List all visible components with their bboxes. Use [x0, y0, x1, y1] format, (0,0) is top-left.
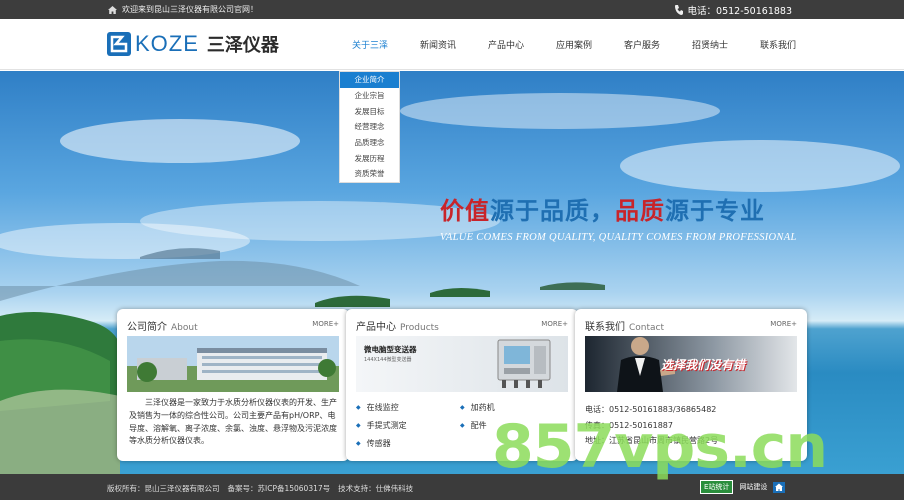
about-card: 公司简介 About MORE+ 三泽仪器是一家致力于水质分析仪器仪表的开发、生产… — [117, 309, 349, 461]
nav-news[interactable]: 新闻资讯 — [404, 19, 472, 70]
phone-text: 电话：0512-50161883 — [687, 6, 792, 17]
welcome-message: 欢迎来到昆山三泽仪器有限公司官网！ — [108, 4, 258, 15]
bullet-icon: ◆ — [356, 404, 361, 411]
products-card-header: 产品中心 Products MORE+ — [346, 309, 578, 337]
footer-info: 版权所有：昆山三泽仪器有限公司 备案号：苏ICP备15060317号 技术支持：… — [107, 483, 413, 494]
product-link-label: 在线监控 — [366, 403, 399, 412]
slogan-chinese: 价值源于品质，品质源于专业 — [440, 191, 797, 226]
about-card-title: 公司简介 About — [127, 318, 198, 333]
product-banner-image[interactable]: 微电脑型变送器 144X144微型变送器 — [356, 336, 568, 392]
about-card-header: 公司简介 About MORE+ — [117, 309, 349, 337]
top-bar: 欢迎来到昆山三泽仪器有限公司官网！ 电话：0512-50161883 — [0, 0, 904, 19]
bullet-icon: ◆ — [356, 422, 361, 429]
contact-title-cn: 联系我们 — [585, 322, 625, 333]
nav-service[interactable]: 客户服务 — [608, 19, 676, 70]
footer-support[interactable]: 技术支持：仕佛伟科技 — [338, 483, 413, 494]
product-link-label: 配件 — [470, 421, 487, 430]
site-header: KOZE 三泽仪器 关于三泽 新闻资讯 产品中心 应用案例 客户服务 招贤纳士 … — [0, 19, 904, 70]
product-link-sensors[interactable]: ◆ 传感器 — [356, 438, 460, 449]
about-description: 三泽仪器是一家致力于水质分析仪器仪表的开发、生产及销售为一体的综合性公司。公司主… — [129, 398, 337, 446]
about-title-en: About — [171, 323, 198, 333]
contact-title-en: Contact — [629, 323, 665, 333]
product-link-portable[interactable]: ◆ 手提式测定 — [356, 420, 460, 431]
dropdown-item-philosophy[interactable]: 经营理念 — [340, 119, 399, 135]
contact-card-title: 联系我们 Contact — [585, 318, 664, 333]
welcome-text: 欢迎来到昆山三泽仪器有限公司官网！ — [122, 5, 258, 14]
nav-products[interactable]: 产品中心 — [472, 19, 540, 70]
stats-badge[interactable]: E站统计 — [700, 480, 734, 494]
contact-banner-text: 选择我们没有错 — [661, 358, 746, 372]
contact-more-link[interactable]: MORE+ — [770, 320, 797, 328]
koze-logo-icon — [107, 32, 131, 56]
bullet-icon: ◆ — [460, 422, 465, 429]
site-logo[interactable]: KOZE 三泽仪器 — [107, 31, 279, 57]
transmitter-device-image — [497, 339, 551, 388]
footer-badges: E站统计 网站建设 — [700, 480, 786, 494]
about-dropdown-menu: 企业简介 企业宗旨 发展目标 经营理念 品质理念 发展历程 资质荣誉 — [339, 71, 400, 183]
contact-card-header: 联系我们 Contact MORE+ — [575, 309, 807, 337]
nav-contact[interactable]: 联系我们 — [744, 19, 812, 70]
top-phone: 电话：0512-50161883 — [674, 3, 792, 17]
nav-about[interactable]: 关于三泽 — [336, 19, 404, 70]
slogan-part-3: 品质 — [615, 197, 665, 225]
slogan-part-4: 源于专业 — [665, 197, 765, 225]
footer-copyright: 版权所有：昆山三泽仪器有限公司 — [107, 484, 220, 493]
product-link-label: 传感器 — [366, 439, 391, 448]
dropdown-item-profile[interactable]: 企业简介 — [340, 72, 399, 88]
dropdown-item-history[interactable]: 发展历程 — [340, 150, 399, 166]
nav-jobs[interactable]: 招贤纳士 — [676, 19, 744, 70]
footer-icp[interactable]: 备案号：苏ICP备15060317号 — [228, 483, 331, 494]
contact-banner-image[interactable]: 选择我们没有错 — [585, 336, 797, 392]
about-more-link[interactable]: MORE+ — [312, 320, 339, 328]
slogan-english: VALUE COMES FROM QUALITY, QUALITY COMES … — [440, 232, 797, 243]
main-nav: 关于三泽 新闻资讯 产品中心 应用案例 客户服务 招贤纳士 联系我们 — [336, 19, 812, 70]
dropdown-item-mission[interactable]: 企业宗旨 — [340, 88, 399, 104]
slogan-part-1: 价值 — [440, 197, 490, 225]
watermark-text: 857vps.cn — [492, 412, 828, 482]
nav-cases[interactable]: 应用案例 — [540, 19, 608, 70]
about-title-cn: 公司简介 — [127, 322, 167, 333]
products-card-title: 产品中心 Products — [356, 318, 439, 333]
products-title-cn: 产品中心 — [356, 322, 396, 333]
site-build-badge[interactable]: 网站建设 — [739, 482, 767, 492]
products-more-link[interactable]: MORE+ — [541, 320, 568, 328]
product-banner-title: 微电脑型变送器 — [364, 345, 417, 354]
products-title-en: Products — [400, 323, 439, 333]
home-icon[interactable] — [108, 5, 117, 14]
hero-slogan: 价值源于品质，品质源于专业 VALUE COMES FROM QUALITY, … — [440, 191, 797, 243]
product-banner-subtitle: 144X144微型变送器 — [364, 357, 412, 363]
bullet-icon: ◆ — [356, 440, 361, 447]
phone-icon — [674, 5, 683, 15]
product-link-online[interactable]: ◆ 在线监控 — [356, 402, 460, 413]
slogan-part-2: 源于品质， — [490, 197, 615, 225]
company-building-image[interactable] — [127, 336, 339, 392]
bullet-icon: ◆ — [460, 404, 465, 411]
product-link-label: 手提式测定 — [366, 421, 407, 430]
dropdown-item-goals[interactable]: 发展目标 — [340, 103, 399, 119]
home-icon[interactable] — [773, 481, 786, 493]
logo-chinese: 三泽仪器 — [206, 35, 279, 56]
logo-english: KOZE — [135, 31, 199, 56]
dropdown-item-honors[interactable]: 资质荣誉 — [340, 166, 399, 182]
dropdown-item-quality[interactable]: 品质理念 — [340, 135, 399, 151]
